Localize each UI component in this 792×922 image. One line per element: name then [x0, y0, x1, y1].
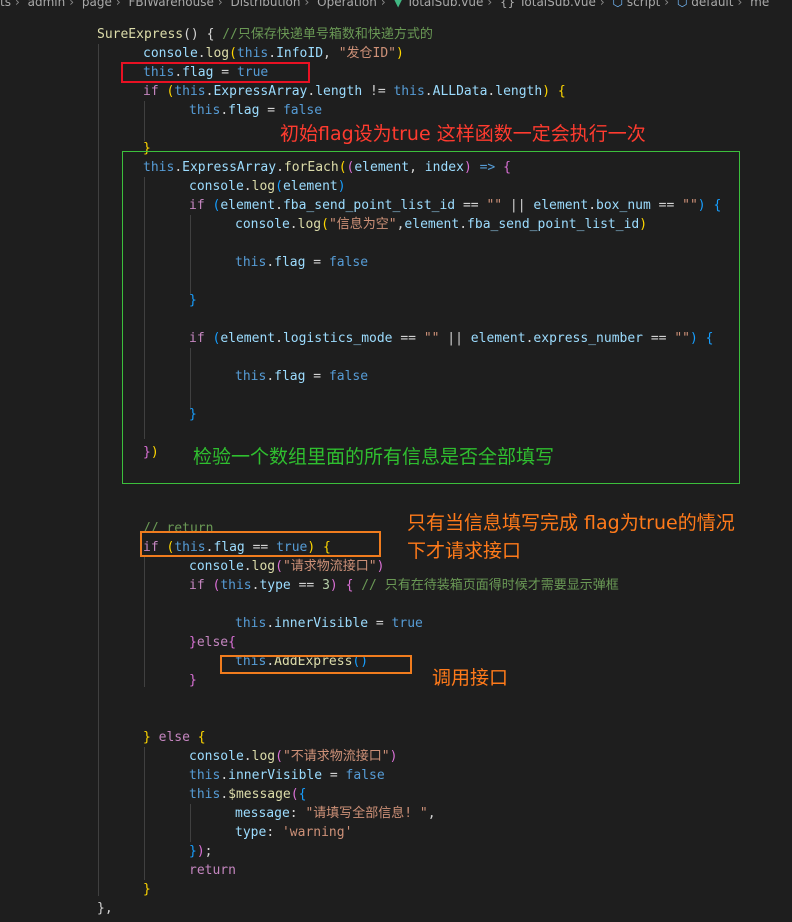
annotation-foreach: 检验一个数组里面的所有信息是否全部填写 — [193, 446, 555, 468]
code-line[interactable]: console.log("不请求物流接口") — [189, 747, 397, 766]
breadcrumb-item[interactable]: page — [82, 0, 112, 9]
highlight-box-if-flag — [140, 531, 381, 557]
breadcrumb-file[interactable]: TotalSub.vue — [519, 0, 596, 9]
code-line[interactable]: return — [189, 861, 236, 880]
breadcrumb-item[interactable]: Operation — [317, 0, 377, 9]
code-line[interactable]: } else { — [143, 728, 206, 747]
breadcrumb: ts › admin › page › FBIWarehouse › Distribut… — [0, 0, 792, 10]
breadcrumb-item[interactable]: FBIWarehouse — [128, 0, 213, 9]
breadcrumb-item[interactable]: Distribution — [231, 0, 301, 9]
chevron-right-icon: › — [217, 0, 223, 9]
code-line[interactable]: } — [189, 671, 197, 690]
chevron-right-icon: › — [115, 0, 121, 9]
code-line[interactable]: if (this.type == 3) { // 只有在待装箱页面得时候才需要显… — [189, 576, 619, 595]
breadcrumb-braces[interactable]: {} — [500, 0, 515, 9]
highlight-box-add-express — [220, 655, 412, 674]
chevron-right-icon: › — [664, 0, 670, 9]
indent-guide — [190, 804, 191, 842]
code-line[interactable]: type: 'warning' — [235, 823, 352, 842]
breadcrumb-script[interactable]: script — [627, 0, 660, 9]
code-line[interactable]: } — [143, 880, 151, 899]
indent-guide — [98, 44, 99, 896]
code-line[interactable]: this.innerVisible = false — [189, 766, 385, 785]
code-line[interactable]: SureExpress() { //只保存快递单号箱数和快递方式的 — [97, 25, 433, 44]
vue-file-icon: ▼ — [393, 0, 403, 9]
chevron-right-icon: › — [14, 0, 20, 9]
code-line[interactable]: message: "请填写全部信息! ", — [235, 804, 436, 823]
code-line[interactable]: this.flag = false — [189, 101, 322, 120]
indent-guide — [144, 557, 145, 687]
code-line[interactable]: this.$message({ — [189, 785, 306, 804]
highlight-box-foreach — [122, 151, 740, 484]
chevron-right-icon: › — [380, 0, 386, 9]
indent-guide — [144, 747, 145, 880]
breadcrumb-last[interactable]: me — [750, 0, 769, 9]
code-line[interactable]: }, — [97, 899, 113, 918]
chevron-right-icon: › — [69, 0, 75, 9]
chevron-right-icon: › — [304, 0, 310, 9]
annotation-request-line1: 只有当信息填写完成 flag为true的情况 — [407, 512, 735, 534]
breadcrumb-item[interactable]: admin — [28, 0, 66, 9]
code-line[interactable]: console.log(this.InfoID, "发仓ID") — [143, 44, 404, 63]
highlight-box-flag-init — [121, 62, 310, 83]
code-line[interactable]: }else{ — [189, 633, 236, 652]
breadcrumb-default[interactable]: default — [691, 0, 733, 9]
chevron-right-icon: › — [599, 0, 605, 9]
indent-guide — [144, 101, 145, 141]
annotation-flag-init: 初始flag设为true 这样函数一定会执行一次 — [280, 123, 646, 145]
chevron-right-icon: › — [737, 0, 743, 9]
symbol-icon: ⬡ — [612, 0, 624, 9]
annotation-call-api: 调用接口 — [432, 667, 509, 689]
breadcrumb-file[interactable]: TotalSub.vue — [407, 0, 484, 9]
chevron-right-icon: › — [487, 0, 493, 9]
code-line[interactable]: if (this.ExpressArray.length != this.ALL… — [143, 82, 566, 101]
code-line[interactable]: this.innerVisible = true — [235, 614, 423, 633]
breadcrumb-item[interactable]: ts — [0, 0, 11, 9]
annotation-request-line2: 下才请求接口 — [407, 540, 522, 562]
code-line[interactable]: }); — [189, 842, 212, 861]
symbol-icon: ⬡ — [676, 0, 688, 9]
code-line[interactable]: console.log("请求物流接口") — [189, 557, 384, 576]
